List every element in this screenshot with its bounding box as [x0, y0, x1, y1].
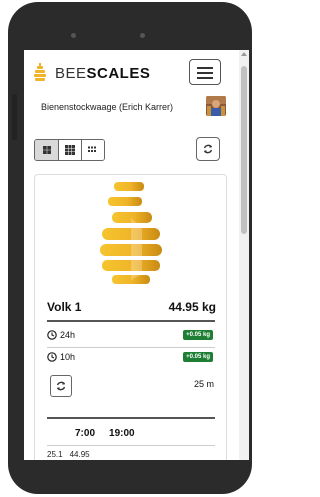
menu-bar-icon	[197, 77, 213, 79]
hive-weight: 44.95 kg	[168, 300, 216, 314]
data-cell: 25.1	[47, 450, 63, 459]
phone-sensor	[71, 33, 76, 38]
clock-icon	[47, 330, 57, 340]
data-cell: 44.95	[69, 450, 90, 459]
time-header: 7:00 19:00	[75, 428, 135, 439]
refresh-hive-button[interactable]	[50, 375, 72, 397]
square-icon	[42, 146, 51, 154]
time-label: 7:00	[75, 428, 96, 439]
change-period-label: 24h	[60, 330, 76, 340]
user-avatar[interactable]	[206, 96, 226, 116]
change-row-24h: 24h +0.05 kg	[47, 327, 215, 345]
page-content: BEESCALES Bienenstockwaage (Erich Karrer…	[24, 50, 239, 460]
view-single-button[interactable]	[35, 140, 58, 160]
scroll-up-arrow-icon[interactable]	[241, 52, 247, 56]
last-update-elapsed: 25 m	[193, 379, 214, 389]
view-toggle-group	[34, 139, 105, 161]
app-screen: BEESCALES Bienenstockwaage (Erich Karrer…	[24, 50, 249, 460]
scrollbar[interactable]	[239, 50, 249, 460]
grid-icon	[65, 145, 75, 155]
view-grid-button[interactable]	[58, 140, 81, 160]
menu-toggle-button[interactable]	[189, 59, 221, 85]
view-list-button[interactable]	[81, 140, 104, 160]
brand-part-scales: SCALES	[86, 65, 151, 82]
time-label: 19:00	[109, 428, 135, 439]
menu-bar-icon	[197, 67, 213, 69]
scale-name: Bienenstockwaage (Erich Karrer)	[41, 102, 174, 112]
phone-side-button	[12, 94, 17, 140]
divider	[47, 320, 215, 322]
brand-name[interactable]: BEESCALES	[55, 65, 150, 82]
refresh-icon	[203, 144, 213, 154]
divider	[47, 347, 215, 348]
change-row-10h: 10h +0.05 kg	[47, 349, 215, 367]
change-period-label: 10h	[60, 352, 76, 362]
beehive-logo-icon	[34, 63, 46, 81]
clock-icon	[47, 352, 57, 362]
change-badge: +0.05 kg	[183, 330, 213, 340]
list-grid-icon	[88, 146, 96, 152]
phone-camera	[140, 33, 145, 38]
refresh-all-button[interactable]	[196, 137, 220, 161]
refresh-icon	[56, 381, 66, 391]
divider	[47, 417, 215, 419]
hive-card[interactable]: Volk 1 44.95 kg 24h +0.05 kg 10h +0.05 k…	[34, 174, 227, 460]
menu-bar-icon	[197, 72, 213, 74]
navbar: BEESCALES	[24, 50, 239, 96]
beehive-icon	[100, 182, 162, 284]
divider	[47, 445, 215, 446]
change-badge: +0.05 kg	[183, 352, 213, 362]
brand-part-bee: BEE	[55, 65, 87, 82]
scrollbar-thumb[interactable]	[241, 66, 247, 234]
hive-name: Volk 1	[47, 300, 82, 314]
data-row: 25.1 44.95	[47, 450, 90, 459]
